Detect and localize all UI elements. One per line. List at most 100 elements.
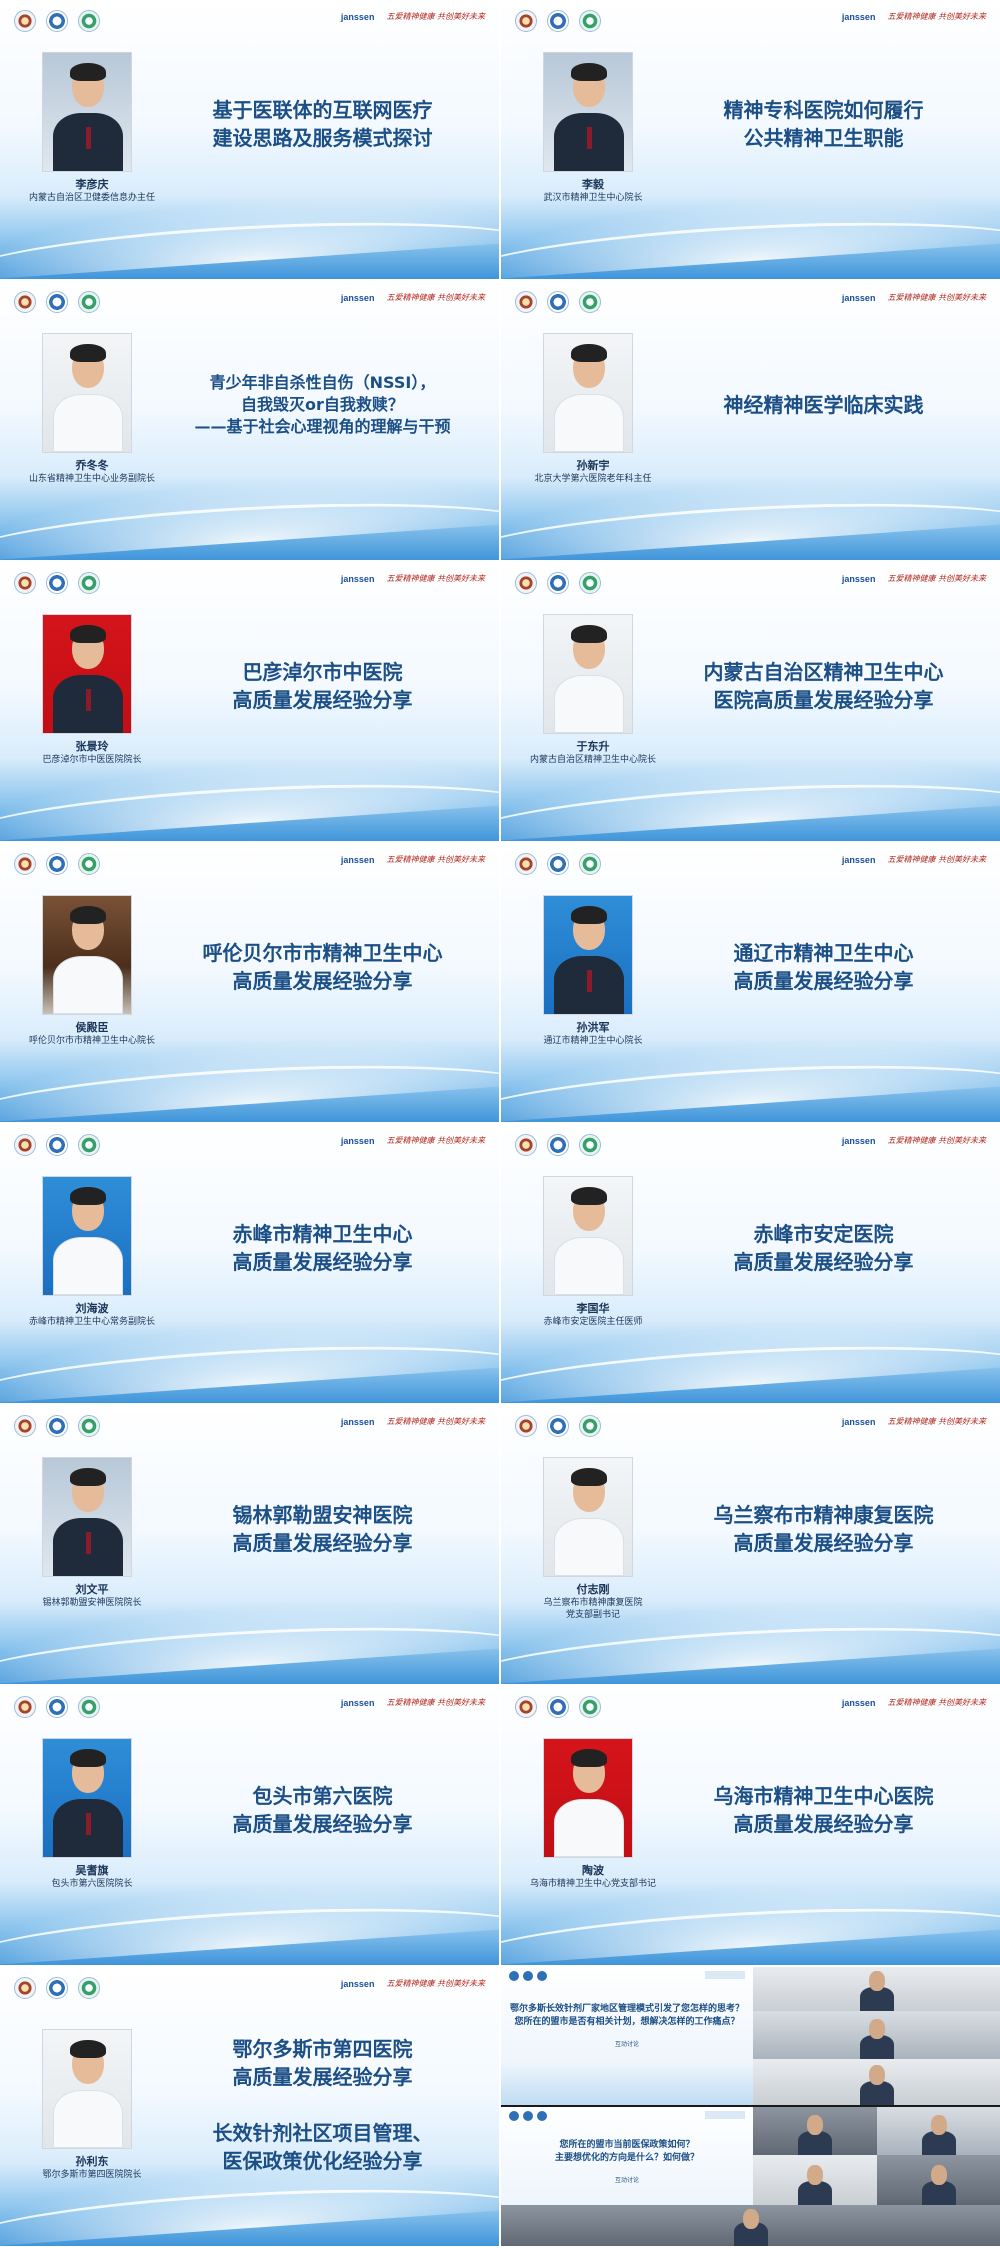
participant-face <box>807 2115 823 2135</box>
organizer-badge-icon <box>537 1971 547 1981</box>
talk-title-line: 自我毁灭or自我救赎？ <box>241 395 404 414</box>
speaker-caption: 李毅 武汉市精神卫生中心院长 <box>503 178 683 204</box>
video-participant-tile[interactable] <box>753 2059 1000 2105</box>
talk-title: 呼伦贝尔市市精神卫生中心 高质量发展经验分享 <box>150 939 495 995</box>
organizer-badge-icon <box>547 853 569 875</box>
slide-1: janssen 五爱精神健康 共创美好未来 李彦庆 内蒙古自治区卫健委信息办主任 基于医… <box>0 0 499 279</box>
speaker-tie <box>86 1813 91 1835</box>
janssen-logo: janssen <box>841 293 876 303</box>
speaker-photo <box>543 1457 633 1577</box>
speaker-hair <box>571 344 607 362</box>
speaker-body <box>53 394 123 452</box>
motto-logo: 五爱精神健康 共创美好未来 <box>386 292 485 302</box>
talk-title-line: 高质量发展经验分享 <box>232 688 413 712</box>
sponsor-brand: janssen 五爱精神健康 共创美好未来 <box>341 12 485 22</box>
organizer-logos <box>14 1696 100 1718</box>
organizer-badge-icon <box>509 2111 519 2121</box>
speaker-body <box>53 2090 123 2148</box>
speaker-tie <box>86 689 91 711</box>
talk-title: 锡林郭勒盟安神医院 高质量发展经验分享 <box>150 1501 495 1557</box>
organizer-badge-icon <box>78 1977 100 1999</box>
organizer-badge-icon <box>515 1696 537 1718</box>
speaker-body <box>53 1237 123 1295</box>
motto-logo: 五爱精神健康 共创美好未来 <box>887 11 986 21</box>
motto-logo: 五爱精神健康 共创美好未来 <box>887 854 986 864</box>
talk-title-line: 高质量发展经验分享 <box>232 1250 413 1274</box>
speaker-body <box>554 1518 624 1576</box>
speaker-caption: 乔冬冬 山东省精神卫生中心业务副院长 <box>2 459 182 485</box>
janssen-logo: janssen <box>340 293 375 303</box>
organizer-logos <box>515 10 601 32</box>
video-participant-tile[interactable] <box>753 2155 877 2205</box>
organizer-badge-icon <box>579 1134 601 1156</box>
discussion-question-line: 您所在的盟市是否有相关计划，想解决怎样的工作痛点？ <box>514 2017 740 2027</box>
speaker-name: 李彦庆 <box>75 178 109 191</box>
discussion-question-line: 您所在的盟市当前医保政策如何？ <box>559 2140 695 2150</box>
speaker-caption: 张景玲 巴彦淖尔市中医医院院长 <box>2 740 182 766</box>
speaker-photo <box>42 2029 132 2149</box>
talk-title-line: 长效针剂社区项目管理、 <box>212 2121 433 2145</box>
talk-title-line: 巴彦淖尔市中医院 <box>242 660 403 684</box>
speaker-photo <box>42 1457 132 1577</box>
janssen-logo: janssen <box>340 1979 375 1989</box>
slide-14: janssen 五爱精神健康 共创美好未来 陶波 乌海市精神卫生中心党支部书记 乌海市精… <box>501 1686 1000 1965</box>
organizer-badge-icon <box>547 1134 569 1156</box>
speaker-hair <box>70 2040 106 2058</box>
organizer-badge-icon <box>78 1696 100 1718</box>
video-participant-tile[interactable] <box>753 2107 877 2155</box>
organizer-badge-icon <box>523 2111 533 2121</box>
janssen-logo: janssen <box>841 1417 876 1427</box>
speaker-role: 包头市第六医院院长 <box>51 1879 133 1889</box>
organizer-badge-icon <box>547 572 569 594</box>
participant-face <box>743 2209 759 2229</box>
discussion-label: 互动讨论 <box>614 2177 639 2184</box>
sponsor-brand: janssen 五爱精神健康 共创美好未来 <box>842 1698 986 1708</box>
participant-face <box>869 1971 885 1991</box>
speaker-photo <box>42 1176 132 1296</box>
slide-4: janssen 五爱精神健康 共创美好未来 孙新宇 北京大学第六医院老年科主任 神经精神… <box>501 281 1000 560</box>
organizer-badge-icon <box>78 291 100 313</box>
speaker-caption: 孙新宇 北京大学第六医院老年科主任 <box>503 459 683 485</box>
organizer-badge-icon <box>537 2111 547 2121</box>
slide-5: janssen 五爱精神健康 共创美好未来 张景玲 巴彦淖尔市中医医院院长 巴彦淖尔市中… <box>0 562 499 841</box>
talk-title-line <box>150 2091 495 2119</box>
video-participant-tile[interactable] <box>753 2011 1000 2059</box>
talk-title: 青少年非自杀性自伤（NSSI）， 自我毁灭or自我救赎？ ——基于社会心理视角的理解… <box>150 372 495 438</box>
organizer-badge-icon <box>14 1134 36 1156</box>
talk-title: 乌海市精神卫生中心医院 高质量发展经验分享 <box>651 1782 996 1838</box>
speaker-name: 陶波 <box>582 1864 604 1877</box>
speaker-name: 付志刚 <box>576 1583 610 1596</box>
video-participant-tile[interactable] <box>877 2107 1000 2155</box>
discussion-question-line: 鄂尔多斯长效针剂厂家地区管理模式引发了您怎样的思考？ <box>509 2004 744 2014</box>
speaker-photo <box>543 895 633 1015</box>
organizer-logos <box>14 572 100 594</box>
speaker-body <box>554 1237 624 1295</box>
janssen-logo: janssen <box>340 12 375 22</box>
video-participant-tile[interactable] <box>501 2205 1000 2246</box>
talk-title: 内蒙古自治区精神卫生中心 医院高质量发展经验分享 <box>651 658 996 714</box>
janssen-logo: janssen <box>841 1698 876 1708</box>
speaker-name: 刘文平 <box>75 1583 109 1596</box>
video-participant-tile[interactable] <box>753 1967 1000 2011</box>
participant-face <box>807 2165 823 2185</box>
motto-logo: 五爱精神健康 共创美好未来 <box>386 854 485 864</box>
sponsor-brand: janssen 五爱精神健康 共创美好未来 <box>842 855 986 865</box>
organizer-logos <box>515 1134 601 1156</box>
sponsor-brand: janssen 五爱精神健康 共创美好未来 <box>842 12 986 22</box>
speaker-role: 呼伦贝尔市市精神卫生中心院长 <box>28 1036 155 1046</box>
organizer-badge-icon <box>46 572 68 594</box>
speaker-body <box>554 1799 624 1857</box>
organizer-logos <box>14 853 100 875</box>
video-participant-tile[interactable] <box>877 2155 1000 2205</box>
motto-logo: 五爱精神健康 共创美好未来 <box>386 11 485 21</box>
slide-12: janssen 五爱精神健康 共创美好未来 付志刚 乌兰察布市精神康复医院 党支部副书记… <box>501 1405 1000 1684</box>
organizer-logos <box>515 1696 601 1718</box>
speaker-hair <box>70 1187 106 1205</box>
talk-title-line: 内蒙古自治区精神卫生中心 <box>703 660 944 684</box>
sponsor-brand: janssen 五爱精神健康 共创美好未来 <box>341 293 485 303</box>
organizer-badge-icon <box>509 1971 519 1981</box>
speaker-photo <box>42 895 132 1015</box>
organizer-logos <box>515 291 601 313</box>
speaker-photo <box>543 614 633 734</box>
talk-title: 神经精神医学临床实践 <box>651 391 996 419</box>
